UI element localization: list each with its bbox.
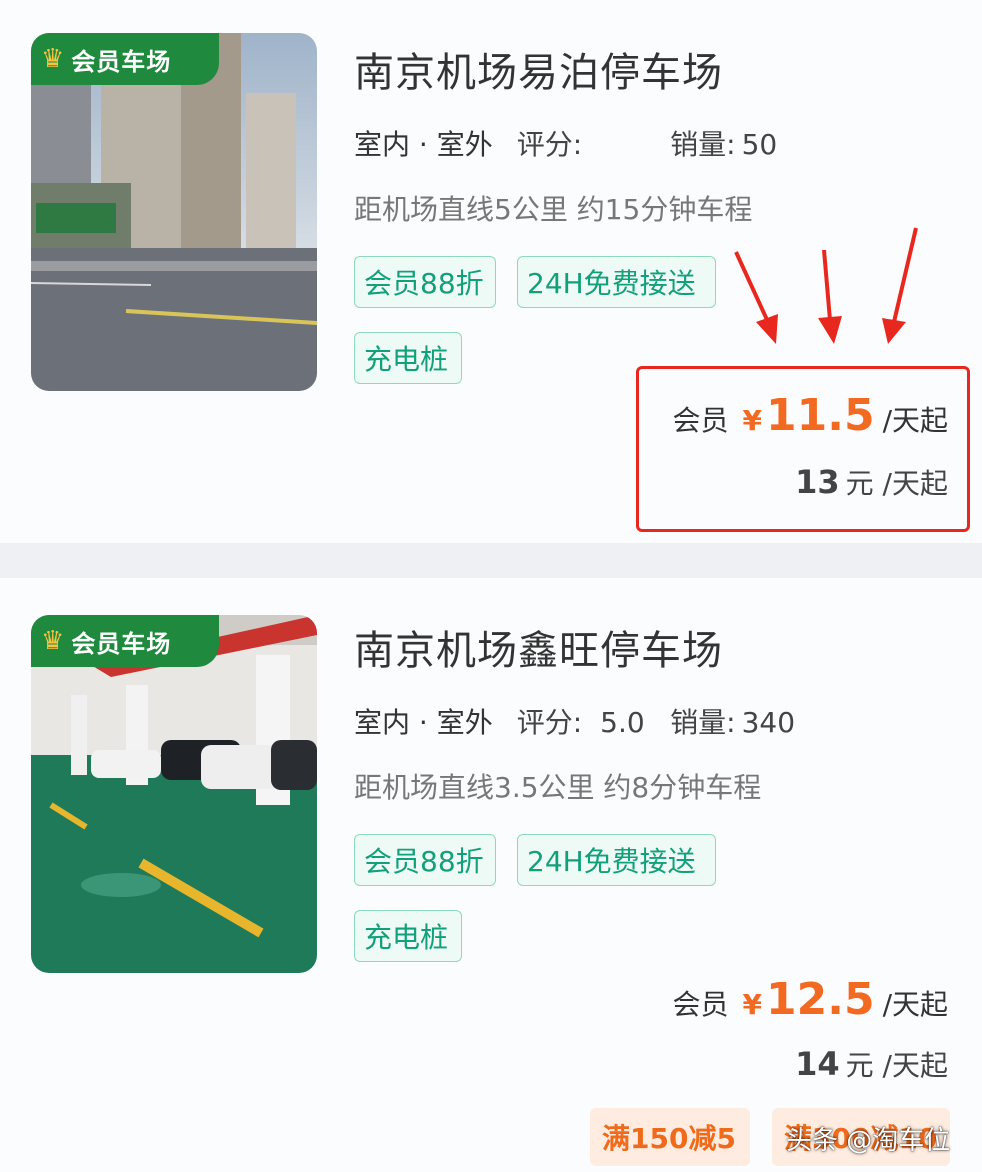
regular-price-unit: 元 /天起 xyxy=(845,467,948,500)
member-price-amount: 11.5 xyxy=(766,390,875,441)
member-price-amount: 12.5 xyxy=(766,974,875,1025)
member-price: 会员 ¥ 11.5 /天起 xyxy=(673,390,949,441)
tag-member-discount: 会员88折 xyxy=(354,834,496,886)
currency-symbol: ¥ xyxy=(742,404,762,437)
member-price-label: 会员 xyxy=(672,988,729,1021)
parking-listing-card[interactable]: ♛ 会员车场 南京机场鑫旺停车场 室内 · 室外 评分: 5.0 销量: 340… xyxy=(0,578,982,1172)
regular-price: 14 元 /天起 xyxy=(795,1044,948,1084)
parking-lot-meta: 室内 · 室外 评分: 5.0 销量: 340 xyxy=(350,701,796,745)
tag-free-shuttle: 24H免费接送 xyxy=(517,834,716,886)
outdoor-parking-image xyxy=(31,33,317,391)
member-lot-badge: ♛ 会员车场 xyxy=(31,33,219,85)
tag-free-shuttle: 24H免费接送 xyxy=(517,256,716,308)
parking-lot-photo[interactable]: ♛ 会员车场 xyxy=(31,33,317,391)
rating-label: 评分: xyxy=(516,128,583,161)
tag-charging-pile: 充电桩 xyxy=(354,910,462,962)
crown-icon: ♛ xyxy=(41,626,66,656)
parking-listing-card[interactable]: ♛ 会员车场 南京机场易泊停车场 室内 · 室外 评分: 销量: 50 距机场直… xyxy=(0,0,982,543)
member-lot-badge-label: 会员车场 xyxy=(71,629,172,658)
crown-icon: ♛ xyxy=(41,44,66,74)
source-watermark: 头条 @淘车位 xyxy=(786,1126,951,1156)
regular-price-amount: 13 xyxy=(795,463,840,501)
distance-info: 距机场直线5公里 约15分钟车程 xyxy=(354,193,753,226)
sales-value: 340 xyxy=(741,706,796,739)
arrow-down-icon xyxy=(734,227,918,344)
parking-lot-photo[interactable]: ♛ 会员车场 xyxy=(31,615,317,973)
sales-label: 销量: xyxy=(670,128,736,161)
regular-price-unit: 元 /天起 xyxy=(845,1049,948,1082)
regular-price: 13 元 /天起 xyxy=(795,462,948,502)
member-lot-badge: ♛ 会员车场 xyxy=(31,615,219,667)
member-price: 会员 ¥ 12.5 /天起 xyxy=(673,974,949,1025)
sales-label: 销量: xyxy=(670,706,736,739)
tag-charging-pile: 充电桩 xyxy=(354,332,462,384)
rating-value: 5.0 xyxy=(600,706,645,739)
parking-lot-meta: 室内 · 室外 评分: 销量: 50 xyxy=(350,123,778,167)
member-price-unit: /天起 xyxy=(882,988,948,1021)
member-price-unit: /天起 xyxy=(882,404,948,437)
sales-value: 50 xyxy=(741,128,778,161)
currency-symbol: ¥ xyxy=(742,988,762,1021)
member-lot-badge-label: 会员车场 xyxy=(71,47,172,76)
parking-lot-title[interactable]: 南京机场鑫旺停车场 xyxy=(354,618,723,676)
rating-label: 评分: xyxy=(516,706,583,739)
distance-info: 距机场直线3.5公里 约8分钟车程 xyxy=(354,771,762,804)
tag-member-discount: 会员88折 xyxy=(354,256,496,308)
parking-lot-title[interactable]: 南京机场易泊停车场 xyxy=(354,40,723,98)
location-type: 室内 · 室外 xyxy=(350,123,497,167)
indoor-parking-image xyxy=(31,615,317,973)
member-price-label: 会员 xyxy=(672,404,729,437)
regular-price-amount: 14 xyxy=(795,1045,840,1083)
promo-coupon[interactable]: 满150减5 xyxy=(590,1108,750,1166)
location-type: 室内 · 室外 xyxy=(350,701,497,745)
